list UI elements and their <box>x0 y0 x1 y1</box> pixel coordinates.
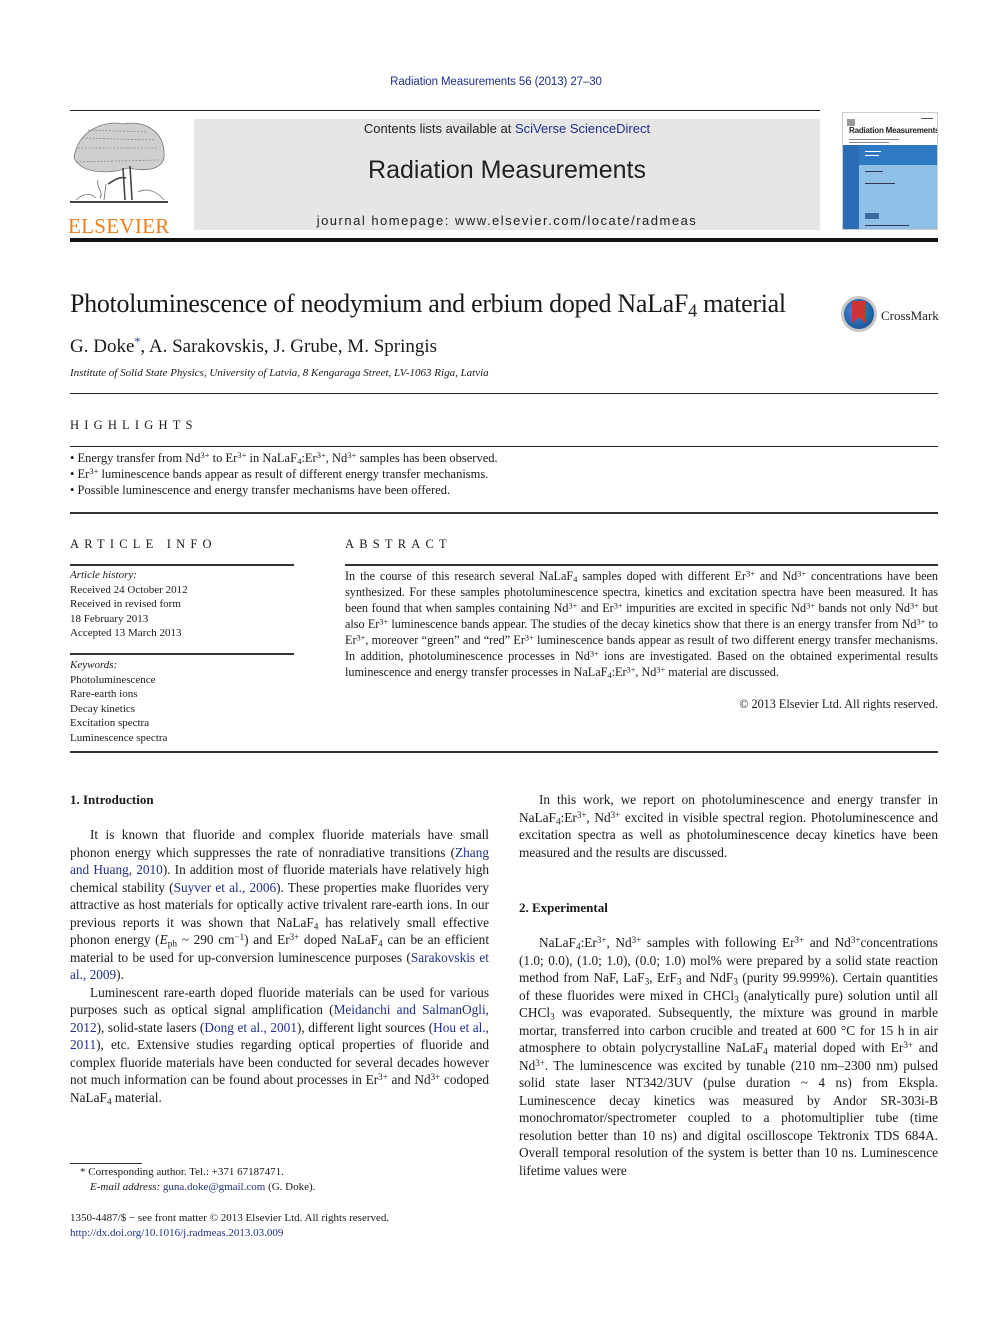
citation-link[interactable]: Dong et al., 2001 <box>204 1020 297 1035</box>
section-rule <box>70 512 938 514</box>
journal-title: Radiation Measurements <box>368 156 646 184</box>
experimental-heading: 2. Experimental <box>519 900 608 915</box>
abstract-rule <box>345 564 938 566</box>
body-paragraph: It is known that fluoride and complex fl… <box>70 827 490 983</box>
history-item: Received 24 October 2012 <box>70 583 188 596</box>
history-item: 18 February 2013 <box>70 612 149 625</box>
cover-line <box>849 139 899 140</box>
crossmark-label: CrossMark <box>881 308 939 323</box>
abstract-heading: ABSTRACT <box>345 537 452 551</box>
keyword-item: Rare-earth ions <box>70 688 138 700</box>
article-info-heading: ARTICLE INFO <box>70 537 217 551</box>
author-name[interactable]: M. Springis <box>347 336 437 357</box>
journal-cover-thumbnail[interactable]: Radiation Measurements <box>842 112 938 230</box>
history-item: Accepted 13 March 2013 <box>70 627 182 639</box>
email-label: E-mail address: <box>90 1181 163 1193</box>
abstract-copyright: © 2013 Elsevier Ltd. All rights reserved… <box>739 697 938 711</box>
author-name[interactable]: J. Grube <box>273 336 337 357</box>
section-rule <box>70 393 938 394</box>
cover-line <box>865 151 881 152</box>
highlight-item: • Energy transfer from Nd3+ to Er3+ in N… <box>70 450 498 467</box>
abstract-text: In the course of this research several N… <box>345 569 939 681</box>
email-link[interactable]: guna.doke@gmail.com <box>163 1181 265 1193</box>
keywords: Keywords: Photoluminescence Rare-earth i… <box>70 658 294 745</box>
citation-link[interactable]: Suyver et al., 2006 <box>174 880 277 895</box>
author-name[interactable]: G. Doke <box>70 336 134 357</box>
history-label: Article history: <box>70 569 137 581</box>
keywords-label: Keywords: <box>70 659 118 671</box>
header-rule <box>70 110 820 111</box>
contents-prefix: Contents lists available at <box>363 121 515 136</box>
masthead-rule <box>70 238 938 242</box>
title-tail: material <box>696 289 786 318</box>
author-name[interactable]: A. Sarakovskis <box>149 336 264 357</box>
footnote-rule <box>70 1163 142 1164</box>
cover-line <box>921 118 933 119</box>
homepage-prefix: journal homepage: <box>316 213 455 228</box>
keywords-rule <box>70 653 294 655</box>
introduction-heading: 1. Introduction <box>70 792 154 807</box>
crossmark-badge[interactable]: CrossMark <box>841 296 941 334</box>
sciencedirect-link[interactable]: SciVerse ScienceDirect <box>515 121 650 136</box>
article-history: Article history: Received 24 October 201… <box>70 568 294 641</box>
corresponding-author-mark[interactable]: * <box>134 334 140 348</box>
history-item: Received in revised form <box>70 598 181 610</box>
citation-link[interactable]: Zhang and Huang, 2010 <box>70 845 489 878</box>
keyword-item: Decay kinetics <box>70 702 136 715</box>
body-paragraph: NaLaF4:Er3+, Nd3+ samples with following… <box>519 934 938 1178</box>
highlight-item: • Possible luminescence and energy trans… <box>70 483 451 497</box>
keyword-item: Luminescence spectra <box>70 731 168 744</box>
highlights-heading: HIGHLIGHTS <box>70 418 198 432</box>
body-paragraph: In this work, we report on photoluminesc… <box>519 792 938 860</box>
body-paragraph: Luminescent rare-earth doped fluoride ma… <box>70 984 489 1107</box>
affiliation: Institute of Solid State Physics, Univer… <box>70 367 489 379</box>
highlight-item: • Er3+ luminescence bands appear as resu… <box>70 466 489 481</box>
cover-line <box>865 183 895 184</box>
title-text: Photoluminescence of neodymium and erbiu… <box>70 289 689 318</box>
cover-line <box>865 171 883 172</box>
elsevier-tree-icon <box>70 122 168 203</box>
email-suffix: (G. Doke). <box>265 1181 316 1193</box>
footnotes: * Corresponding author. Tel.: +371 67187… <box>70 1165 490 1195</box>
cover-line <box>849 142 889 143</box>
keyword-item: Photoluminescence <box>70 673 156 686</box>
cover-logo-icon <box>847 119 855 126</box>
corresponding-author-note: * Corresponding author. Tel.: +371 67187… <box>80 1166 284 1178</box>
citation-link[interactable]: Sarakovskis et al., 2009 <box>70 950 489 983</box>
doi-link[interactable]: http://dx.doi.org/10.1016/j.radmeas.2013… <box>70 1227 283 1239</box>
introduction-continued: In this work, we report on photoluminesc… <box>519 791 938 861</box>
author-list: G. Doke*, A. Sarakovskis, J. Grube, M. S… <box>70 334 438 357</box>
article-info-rule <box>70 564 294 566</box>
experimental-body: NaLaF4:Er3+, Nd3+ samples with following… <box>519 934 938 1179</box>
email-note: E-mail address: guna.doke@gmail.com (G. … <box>70 1180 490 1195</box>
homepage-link[interactable]: www.elsevier.com/locate/radmeas <box>455 213 697 228</box>
title-subscript: 4 <box>688 300 697 321</box>
keyword-item: Excitation spectra <box>70 717 150 729</box>
journal-homepage: journal homepage: www.elsevier.com/locat… <box>194 213 820 228</box>
contents-line: Contents lists available at SciVerse Sci… <box>194 121 820 136</box>
paper-title: Photoluminescence of neodymium and erbiu… <box>70 289 786 321</box>
highlights-rule <box>70 446 938 447</box>
cover-sidebar <box>843 145 859 229</box>
introduction-body: It is known that fluoride and complex fl… <box>70 826 489 1106</box>
cover-line <box>865 155 879 156</box>
cover-line <box>865 225 909 226</box>
section-rule <box>70 751 938 753</box>
journal-citation[interactable]: Radiation Measurements 56 (2013) 27–30 <box>0 76 992 88</box>
front-matter: 1350-4487/$ − see front matter © 2013 El… <box>70 1211 490 1240</box>
elsevier-logo[interactable]: ELSEVIER <box>68 118 174 238</box>
cover-title: Radiation Measurements <box>849 126 938 135</box>
elsevier-wordmark: ELSEVIER <box>68 214 170 238</box>
issn-line: 1350-4487/$ − see front matter © 2013 El… <box>70 1212 390 1224</box>
highlights-list: • Energy transfer from Nd3+ to Er3+ in N… <box>70 450 938 498</box>
cover-logo <box>865 213 879 219</box>
